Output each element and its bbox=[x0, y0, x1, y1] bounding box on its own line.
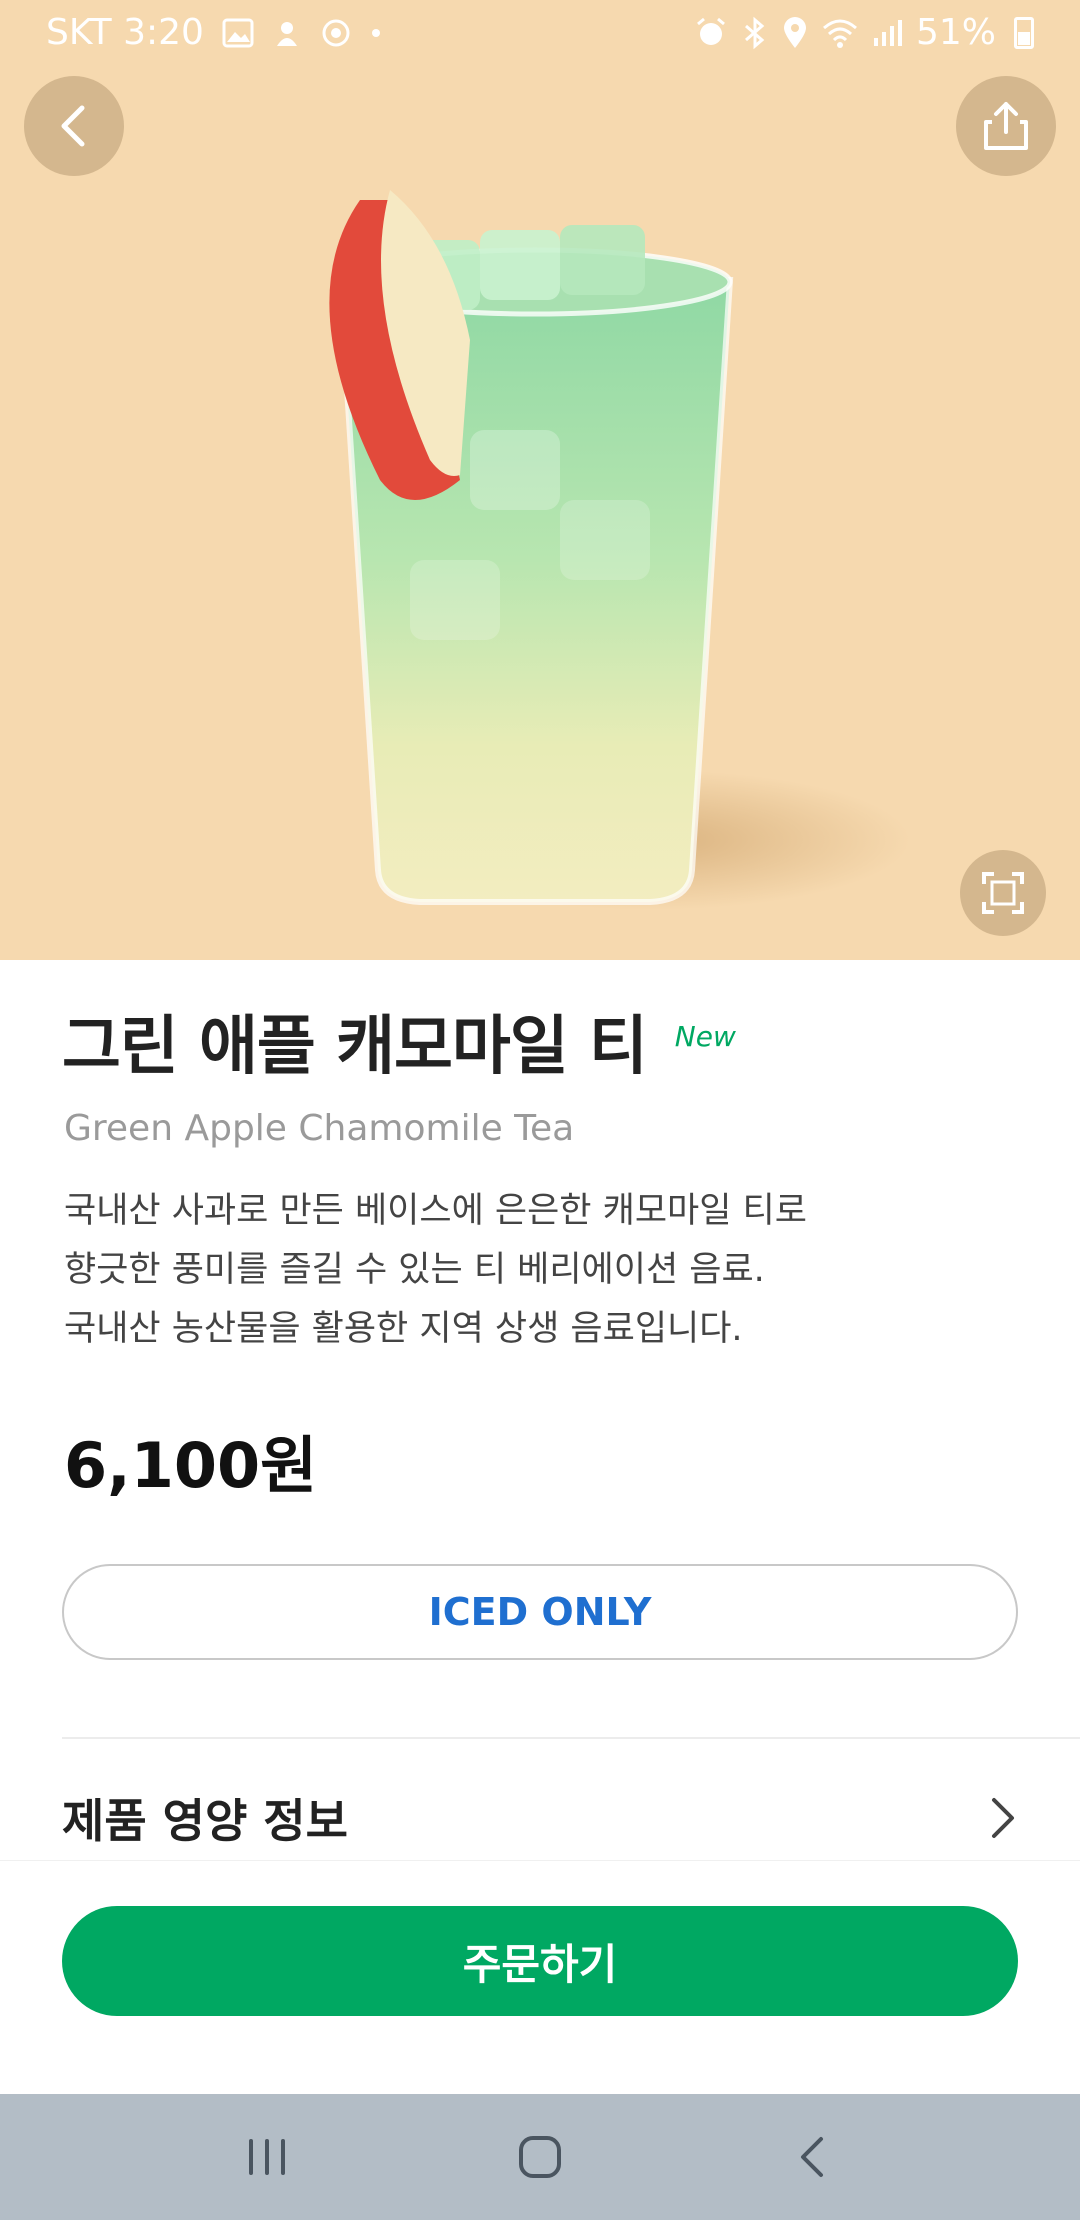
product-english-name: Green Apple Chamomile Tea bbox=[64, 1108, 575, 1149]
nav-back-icon bbox=[801, 2137, 824, 2177]
order-bar: 주문하기 bbox=[0, 1860, 1080, 2094]
recent-apps-icon bbox=[248, 2139, 285, 2175]
product-price: 6,100원 bbox=[64, 1429, 318, 1502]
product-title: 그린 애플 캐모마일 티 bbox=[62, 1010, 648, 1084]
back-button[interactable] bbox=[24, 76, 124, 176]
home-button[interactable] bbox=[480, 2107, 600, 2207]
order-button-label: 주문하기 bbox=[462, 1939, 618, 1989]
order-button[interactable]: 주문하기 bbox=[62, 1906, 1018, 2016]
new-badge: New bbox=[674, 1020, 736, 1053]
temperature-option[interactable]: ICED ONLY bbox=[62, 1564, 1018, 1660]
divider bbox=[62, 1737, 1080, 1739]
expand-image-button[interactable] bbox=[960, 850, 1046, 936]
dot-icon bbox=[371, 28, 380, 37]
sync-icon bbox=[322, 19, 350, 46]
status-bar: SKT 3:20 51% bbox=[0, 0, 1080, 68]
carrier-time: SKT 3:20 bbox=[46, 12, 204, 53]
expand-icon bbox=[982, 872, 1024, 914]
home-icon bbox=[518, 2136, 561, 2178]
product-detail: 그린 애플 캐모마일 티 New Green Apple Chamomile T… bbox=[0, 960, 1080, 1860]
product-image bbox=[329, 190, 910, 910]
description-line: 향긋한 풍미를 즐길 수 있는 티 베리에이션 음료. bbox=[64, 1250, 765, 1290]
product-description: 국내산 사과로 만든 베이스에 은은한 캐모마일 티로 향긋한 풍미를 즐길 수… bbox=[64, 1182, 807, 1359]
description-line: 국내산 농산물을 활용한 지역 상생 음료입니다. bbox=[64, 1309, 743, 1349]
share-button[interactable] bbox=[956, 76, 1056, 176]
gallery-icon bbox=[222, 18, 254, 47]
title-row: 그린 애플 캐모마일 티 New bbox=[62, 1010, 736, 1084]
alarm-icon bbox=[697, 17, 725, 45]
notification-icon bbox=[276, 21, 297, 46]
wifi-icon bbox=[822, 19, 857, 48]
share-icon bbox=[984, 102, 1028, 150]
bluetooth-icon bbox=[744, 16, 765, 49]
chevron-right-icon bbox=[992, 1798, 1014, 1838]
iced-only-label: ICED ONLY bbox=[428, 1590, 652, 1634]
signal-icon bbox=[873, 19, 902, 46]
battery-percent: 51% bbox=[915, 12, 996, 53]
description-line: 국내산 사과로 만든 베이스에 은은한 캐모마일 티로 bbox=[64, 1191, 807, 1231]
product-hero: SKT 3:20 51% bbox=[0, 0, 1080, 960]
recent-apps-button[interactable] bbox=[207, 2107, 327, 2207]
location-icon bbox=[783, 16, 806, 48]
back-arrow-icon bbox=[61, 105, 85, 147]
battery-icon bbox=[1014, 16, 1034, 49]
nutrition-info-label: 제품 영양 정보 bbox=[62, 1794, 348, 1848]
nutrition-info-row[interactable]: 제품 영양 정보 bbox=[62, 1778, 1018, 1858]
nav-back-button[interactable] bbox=[753, 2107, 873, 2207]
system-nav-bar bbox=[0, 2094, 1080, 2220]
